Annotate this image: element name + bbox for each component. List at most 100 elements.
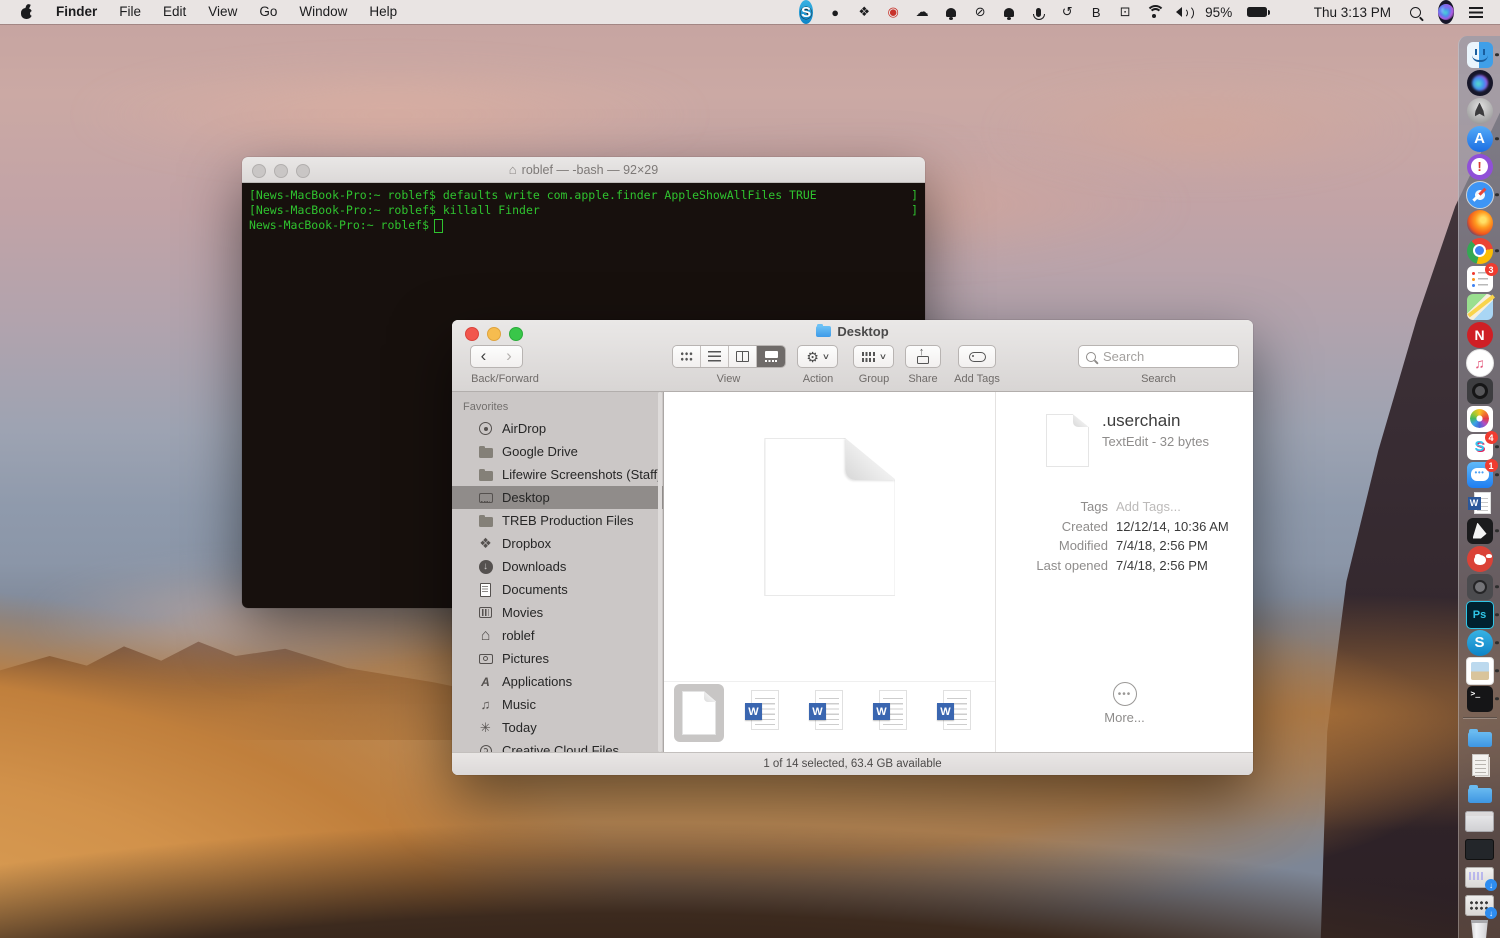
- battery-icon-battery[interactable]: [1247, 0, 1267, 24]
- sidebar-item-treb-production[interactable]: TREB Production Files: [452, 509, 663, 532]
- airplay-icon-airplay[interactable]: ⊡: [1118, 0, 1132, 24]
- dock-item-messages[interactable]: 1: [1459, 461, 1500, 488]
- dock-item-folder-2[interactable]: [1459, 779, 1500, 806]
- time-machine-icon-time-machine[interactable]: ↺: [1060, 0, 1074, 24]
- dock-item-min-window-2[interactable]: [1459, 835, 1500, 862]
- dock-item-preview[interactable]: [1459, 657, 1500, 684]
- menu-go[interactable]: Go: [248, 0, 288, 24]
- icon-view-button[interactable]: [673, 346, 701, 367]
- onedrive-icon-onedrive[interactable]: ☁: [915, 0, 929, 24]
- bell1-icon-bell1[interactable]: [944, 0, 958, 24]
- dock-item-slack[interactable]: 4: [1459, 433, 1500, 460]
- dock-item-finder[interactable]: [1459, 41, 1500, 68]
- menu-edit[interactable]: Edit: [152, 0, 197, 24]
- spotlight-icon-spotlight[interactable]: [1409, 0, 1423, 24]
- sidebar-item-music[interactable]: Music: [452, 693, 663, 716]
- dock-item-word[interactable]: [1459, 489, 1500, 516]
- menu-view[interactable]: View: [197, 0, 248, 24]
- dock-item-netflix[interactable]: [1459, 321, 1500, 348]
- forward-button[interactable]: ›: [496, 345, 523, 368]
- file-thumbnail-word-3[interactable]: [866, 684, 916, 742]
- dock-item-app-store[interactable]: [1459, 125, 1500, 152]
- skype-icon-skype[interactable]: Ⓢ: [799, 0, 813, 24]
- file-thumbnail-userchain[interactable]: [674, 684, 724, 742]
- share-button[interactable]: [905, 345, 941, 368]
- dock-item-min-window-1[interactable]: [1459, 807, 1500, 834]
- dock-item-maps[interactable]: [1459, 293, 1500, 320]
- dock-item-bear[interactable]: [1459, 545, 1500, 572]
- terminal-titlebar[interactable]: ⌂ roblef — -bash — 92×29: [242, 157, 925, 183]
- chat-balloon-icon-chat-balloon[interactable]: ●: [828, 0, 842, 24]
- sidebar-item-pictures[interactable]: Pictures: [452, 647, 663, 670]
- dock-item-min-download-1[interactable]: [1459, 863, 1500, 890]
- adobe-icon-adobe[interactable]: ◉: [886, 0, 900, 24]
- file-thumbnail-word-2[interactable]: [802, 684, 852, 742]
- metadata-value[interactable]: Add Tags...: [1116, 499, 1253, 514]
- dock-item-alert-app[interactable]: [1459, 153, 1500, 180]
- wifi-icon-wifi[interactable]: [1147, 0, 1161, 24]
- sidebar-item-creative-cloud[interactable]: Creative Cloud Files: [452, 739, 663, 752]
- dock-item-chrome[interactable]: [1459, 237, 1500, 264]
- sidebar-item-roblef[interactable]: roblef: [452, 624, 663, 647]
- bell2-icon-bell2[interactable]: [1002, 0, 1016, 24]
- sidebar-item-applications[interactable]: Applications: [452, 670, 663, 693]
- menu-help[interactable]: Help: [358, 0, 408, 24]
- apple-menu[interactable]: [20, 5, 33, 19]
- column-view-button[interactable]: [729, 346, 757, 367]
- dock-item-safari[interactable]: [1459, 181, 1500, 208]
- sidebar-scrollbar[interactable]: [658, 392, 662, 752]
- back-button[interactable]: ‹: [470, 345, 497, 368]
- menu-window[interactable]: Window: [288, 0, 358, 24]
- sidebar-item-desktop[interactable]: Desktop: [452, 486, 663, 509]
- dropbox-icon-dropbox[interactable]: ❖: [857, 0, 871, 24]
- mic-icon-mic[interactable]: [1031, 0, 1045, 24]
- sidebar-item-dropbox[interactable]: Dropbox: [452, 532, 663, 555]
- dock-item-trash[interactable]: [1459, 919, 1500, 938]
- sidebar-item-google-drive[interactable]: Google Drive: [452, 440, 663, 463]
- sidebar-item-today[interactable]: Today: [452, 716, 663, 739]
- dock-item-firefox[interactable]: [1459, 209, 1500, 236]
- sidebar-item-downloads[interactable]: Downloads: [452, 555, 663, 578]
- menu-file[interactable]: File: [108, 0, 152, 24]
- group-button[interactable]: ∨: [853, 345, 894, 368]
- metadata-value[interactable]: 7/4/18, 2:56 PM: [1116, 538, 1253, 553]
- dock-item-terminal[interactable]: [1459, 685, 1500, 712]
- metadata-value[interactable]: 7/4/18, 2:56 PM: [1116, 558, 1253, 573]
- search-field[interactable]: [1078, 345, 1239, 368]
- dock-item-photoshop[interactable]: [1459, 601, 1500, 628]
- dock-item-itunes[interactable]: [1459, 349, 1500, 376]
- metadata-value[interactable]: 12/12/14, 10:36 AM: [1116, 519, 1253, 534]
- zoom-button[interactable]: [296, 164, 310, 178]
- clock-icon-clock[interactable]: Thu 3:13 PM: [1314, 0, 1391, 24]
- list-view-button[interactable]: [701, 346, 729, 367]
- search-input[interactable]: [1101, 348, 1231, 365]
- more-button[interactable]: ••• More...: [996, 682, 1253, 725]
- battery-pct-icon-battery-pct[interactable]: 95%: [1205, 0, 1232, 24]
- terminal-window-controls[interactable]: [252, 164, 310, 178]
- selected-file-preview[interactable]: [764, 438, 895, 596]
- gallery-view[interactable]: [664, 392, 995, 752]
- add-tags-button[interactable]: [958, 345, 996, 368]
- sidebar-item-lifewire-screenshots[interactable]: Lifewire Screenshots (Staff): [452, 463, 663, 486]
- dock-item-reminders[interactable]: 3: [1459, 265, 1500, 292]
- file-thumbnail-word-4[interactable]: [930, 684, 980, 742]
- dnd-icon-dnd[interactable]: ⊘: [973, 0, 987, 24]
- gallery-view-button[interactable]: [757, 346, 785, 367]
- dock-item-doc-stack[interactable]: [1459, 751, 1500, 778]
- dock-item-folder-1[interactable]: [1459, 723, 1500, 750]
- sidebar-item-movies[interactable]: Movies: [452, 601, 663, 624]
- bt-icon-bt[interactable]: B: [1089, 0, 1103, 24]
- dock-item-siri[interactable]: [1459, 69, 1500, 96]
- input-source-icon-input-source[interactable]: [1282, 0, 1296, 24]
- dock-item-min-download-2[interactable]: [1459, 891, 1500, 918]
- minimize-button[interactable]: [274, 164, 288, 178]
- notif-icon-notif[interactable]: [1469, 0, 1483, 24]
- dock-item-dark-angular-app[interactable]: [1459, 517, 1500, 544]
- dock-item-wheel-app[interactable]: [1459, 377, 1500, 404]
- menu-finder[interactable]: Finder: [45, 0, 108, 24]
- siri-icon-siri[interactable]: [1438, 0, 1454, 24]
- action-button[interactable]: ⚙ ∨: [797, 345, 838, 368]
- dock-item-skype[interactable]: [1459, 629, 1500, 656]
- close-button[interactable]: [252, 164, 266, 178]
- sidebar-item-airdrop[interactable]: AirDrop: [452, 417, 663, 440]
